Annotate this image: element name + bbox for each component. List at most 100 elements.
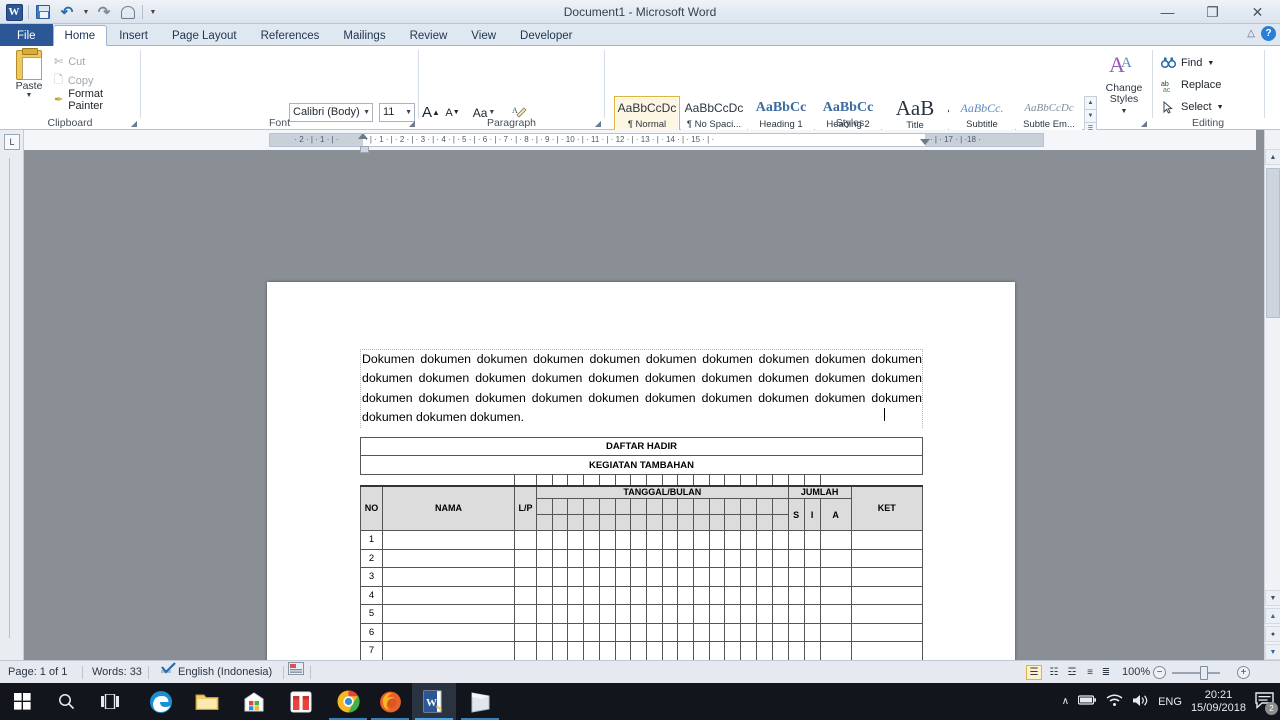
cell-date-1[interactable] [536,604,553,624]
zoom-level[interactable]: 100% [1122,661,1150,684]
cell-date-13[interactable] [724,641,742,661]
start-button[interactable] [0,683,44,720]
cell-lp[interactable] [514,641,537,661]
cell-date-1[interactable] [536,585,553,605]
date-col-13[interactable] [724,498,742,515]
date-col-14[interactable] [740,498,757,515]
replace-button[interactable]: ab ac Replace [1159,74,1224,96]
cell-date-16[interactable] [771,585,789,605]
cell-date-12[interactable] [708,530,726,550]
proofing-errors-icon[interactable] [160,661,178,684]
tab-developer[interactable]: Developer [508,25,584,46]
cell-date-3[interactable] [567,585,585,605]
cell-date-12[interactable] [708,585,726,605]
cell-date-11[interactable] [693,604,710,624]
file-explorer-icon[interactable] [185,683,229,720]
chevron-down-icon[interactable]: ▼ [405,109,412,116]
scroll-down-icon[interactable]: ▼ [1265,590,1280,606]
tab-page-layout[interactable]: Page Layout [160,25,249,46]
zoom-slider-thumb[interactable] [1200,666,1208,680]
cell-date-5[interactable] [598,604,616,624]
cell-a[interactable] [819,604,852,624]
view-full-screen-reading[interactable]: ☷ [1046,665,1062,680]
cell-date-1[interactable] [536,622,553,642]
cell-date-9[interactable] [661,641,679,661]
date-col-5[interactable] [598,498,616,515]
tab-view[interactable]: View [459,25,508,46]
tab-review[interactable]: Review [398,25,460,46]
cell-date-5[interactable] [598,641,616,661]
previous-page-icon[interactable]: ▲ [1265,608,1280,624]
date-sub-16[interactable] [771,514,789,531]
cell-date-6[interactable] [614,548,632,568]
cell-date-13[interactable] [724,548,742,568]
restore-button[interactable]: ❐ [1190,0,1235,24]
cell-date-2[interactable] [551,567,569,587]
cell-ket[interactable] [850,585,924,605]
cell-s[interactable] [787,567,805,587]
cell-date-9[interactable] [661,530,679,550]
date-col-8[interactable] [645,498,663,515]
cell-date-13[interactable] [724,585,742,605]
cell-date-15[interactable] [755,585,773,605]
paste-dropdown-icon[interactable]: ▼ [8,92,50,99]
tab-references[interactable]: References [249,25,332,46]
cell-date-9[interactable] [661,604,679,624]
cell-a[interactable] [819,585,852,605]
cell-nama[interactable] [382,585,515,605]
volume-icon[interactable] [1132,694,1149,710]
cell-date-16[interactable] [771,530,789,550]
cell-date-6[interactable] [614,585,632,605]
date-sub-11[interactable] [693,514,710,531]
cell-nama[interactable] [382,622,515,642]
cell-date-2[interactable] [551,585,569,605]
date-col-6[interactable] [614,498,632,515]
zoom-in-button[interactable]: + [1237,666,1250,679]
cell-date-2[interactable] [551,548,569,568]
cell-date-1[interactable] [536,530,553,550]
date-sub-2[interactable] [551,514,569,531]
gift-icon[interactable] [279,683,323,720]
cell-date-13[interactable] [724,530,742,550]
date-sub-10[interactable] [677,514,695,531]
date-sub-3[interactable] [567,514,585,531]
date-sub-6[interactable] [614,514,632,531]
cell-date-7[interactable] [630,604,647,624]
cell-date-14[interactable] [740,530,757,550]
tab-home[interactable]: Home [52,25,108,46]
wifi-icon[interactable] [1106,694,1123,710]
cell-date-12[interactable] [708,604,726,624]
cell-date-11[interactable] [693,641,710,661]
cell-date-3[interactable] [567,567,585,587]
date-col-4[interactable] [583,498,600,515]
cell-date-8[interactable] [645,641,663,661]
left-indent-marker[interactable] [360,146,369,153]
cell-date-14[interactable] [740,585,757,605]
change-styles-button[interactable]: AA Change Styles ▼ [1098,46,1150,130]
cell-s[interactable] [787,622,805,642]
cell-a[interactable] [819,530,852,550]
date-sub-13[interactable] [724,514,742,531]
cell-date-9[interactable] [661,548,679,568]
search-icon[interactable] [44,683,88,720]
cell-i[interactable] [803,585,821,605]
cell-lp[interactable] [514,622,537,642]
horizontal-ruler[interactable]: · 2 · | · 1 · | · · | · 1 · | · 2 · | · … [269,133,1044,147]
cell-date-9[interactable] [661,567,679,587]
table-row[interactable]: 7 [360,641,924,661]
chevron-down-icon[interactable]: ▼ [363,109,370,116]
cell-date-6[interactable] [614,604,632,624]
cell-date-10[interactable] [677,585,695,605]
cell-date-1[interactable] [536,548,553,568]
cell-date-16[interactable] [771,641,789,661]
cell-date-3[interactable] [567,641,585,661]
cell-date-6[interactable] [614,641,632,661]
cell-date-13[interactable] [724,604,742,624]
cell-date-2[interactable] [551,622,569,642]
cell-date-9[interactable] [661,585,679,605]
cell-date-4[interactable] [583,530,600,550]
cell-s[interactable] [787,530,805,550]
font-dialog-launcher[interactable]: ◢ [409,119,415,128]
cell-ket[interactable] [850,641,924,661]
cell-date-6[interactable] [614,567,632,587]
